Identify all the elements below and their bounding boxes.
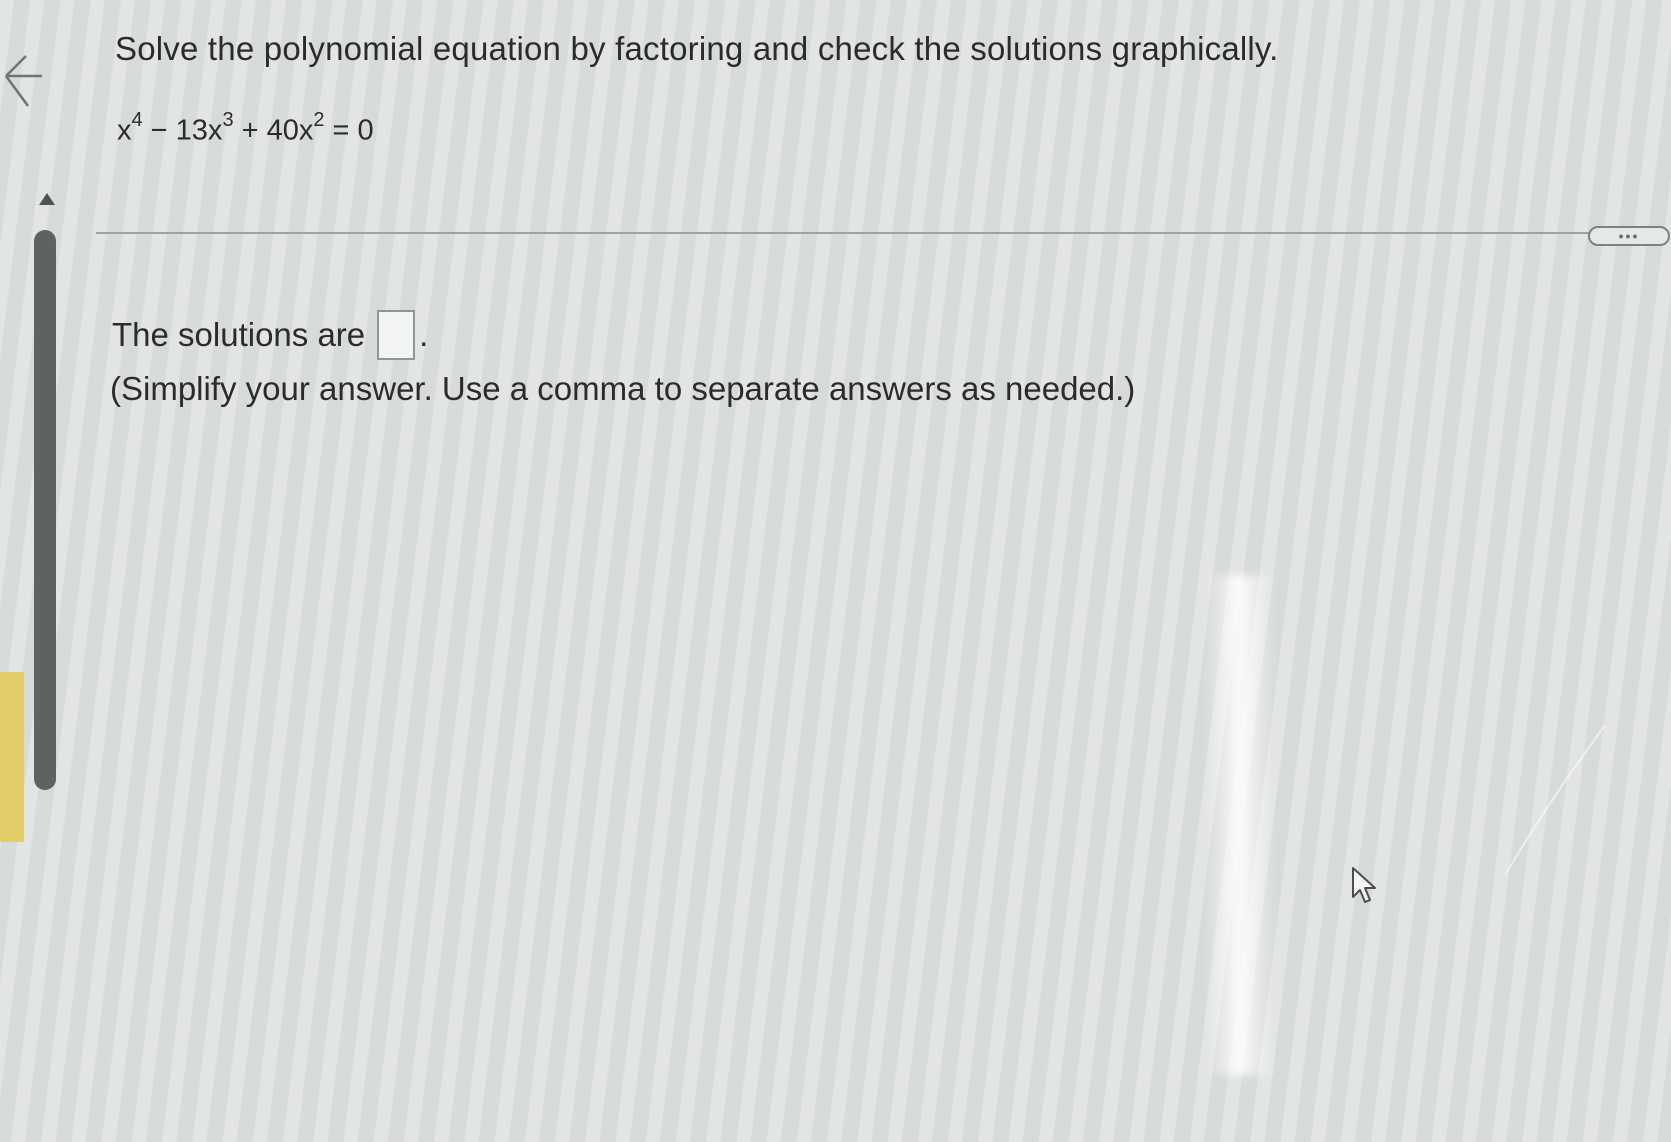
section-divider <box>96 232 1596 234</box>
answer-prefix-label: The solutions are <box>112 316 366 353</box>
answer-input[interactable] <box>377 310 416 360</box>
question-instruction: Solve the polynomial equation by factori… <box>115 30 1279 67</box>
answer-suffix: . <box>419 316 429 353</box>
equation-term-40x: + 40x <box>233 114 314 147</box>
more-options-button[interactable]: ••• <box>1588 226 1670 246</box>
left-edge-accent <box>0 672 24 842</box>
equation-term-base: x <box>117 114 132 147</box>
equation-exponent-4: 4 <box>131 109 143 131</box>
equation-exponent-2: 2 <box>313 109 325 131</box>
answer-hint: (Simplify your answer. Use a comma to se… <box>110 370 1136 407</box>
polynomial-equation: x4 − 13x3 + 40x2 = 0 <box>117 109 374 148</box>
mouse-pointer-icon <box>1352 867 1376 903</box>
equation-rhs: = 0 <box>324 114 374 147</box>
scrollbar-thumb[interactable] <box>34 230 56 790</box>
screen-glare <box>1205 575 1275 1075</box>
triangle-up-icon[interactable] <box>38 190 56 208</box>
equation-exponent-3: 3 <box>222 109 234 131</box>
back-arrow-icon[interactable] <box>4 52 44 112</box>
screen-scuff-mark <box>1504 724 1606 876</box>
answer-prompt: The solutions are . <box>112 310 428 360</box>
equation-term-13x: − 13x <box>142 114 223 147</box>
